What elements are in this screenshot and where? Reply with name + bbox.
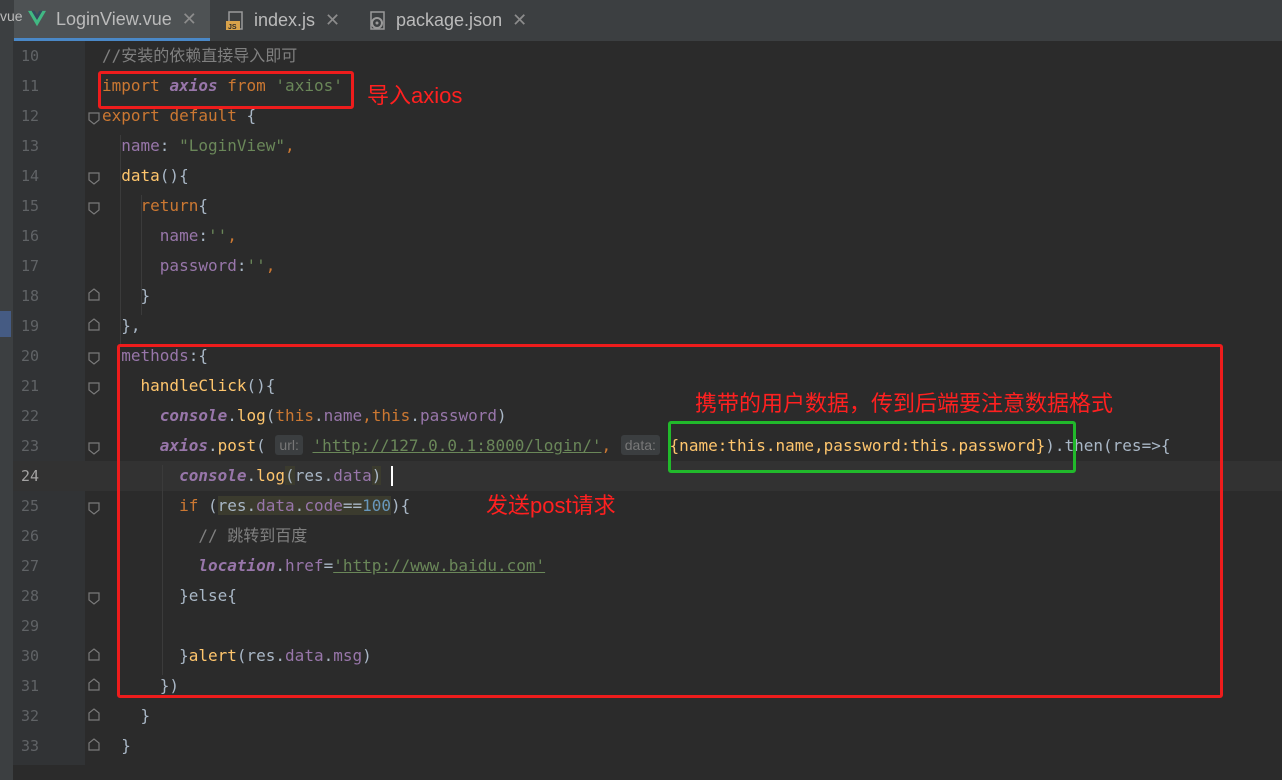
js-file-icon: JS [226, 10, 243, 31]
close-icon[interactable]: ✕ [182, 9, 197, 30]
code-line-10: //安装的依赖直接导入即可 [102, 46, 298, 65]
import-annotation: 导入axios [367, 83, 463, 108]
code-line-14: data(){ [121, 166, 189, 185]
import-highlight-box [98, 71, 354, 109]
code-line-18: } [140, 286, 151, 305]
code-line-15: return{ [140, 196, 208, 215]
close-icon[interactable]: ✕ [325, 10, 340, 31]
code-line-33: } [121, 736, 131, 755]
close-icon[interactable]: ✕ [512, 10, 527, 31]
tab-label: index.js [254, 10, 316, 30]
code-line-16: name:'', [159, 226, 237, 245]
post-annotation: 发送post请求 [486, 493, 616, 518]
editor-bottom-edge [13, 765, 1282, 780]
code-line-19: }, [121, 316, 141, 335]
tab-label: package.json [396, 10, 503, 30]
request-body-highlight-box [668, 421, 1076, 473]
svg-text:JS: JS [228, 24, 237, 31]
package-json-icon [370, 10, 385, 30]
tab-package-json[interactable]: package.json ✕ [368, 0, 527, 41]
code-line-17: password:'', [159, 256, 276, 275]
tab-index-js[interactable]: JS index.js ✕ [226, 0, 340, 41]
editor-tab-bar: LoginView.vue ✕ JS index.js ✕ package.js… [0, 0, 1282, 42]
code-line-32: } [140, 706, 151, 725]
data-annotation: 携带的用户数据，传到后端要注意数据格式 [695, 391, 1114, 416]
code-line-13: name: "LoginView", [121, 136, 295, 155]
